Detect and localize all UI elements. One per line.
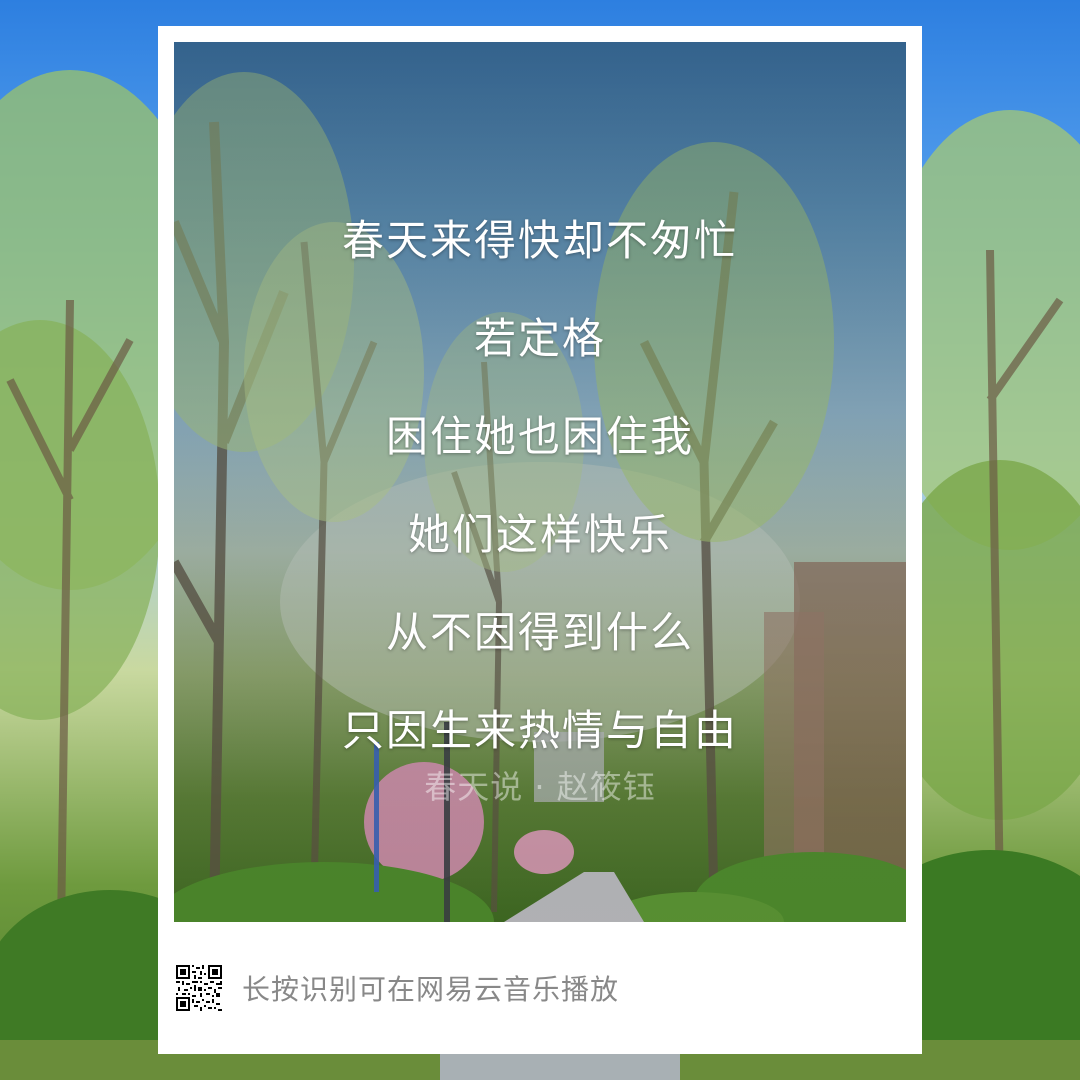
lyrics-block: 春天来得快却不匆忙 若定格 困住她也困住我 她们这样快乐 从不因得到什么 只因生… [174,192,906,780]
lyric-line: 春天来得快却不匆忙 [341,216,738,265]
lyric-line: 从不因得到什么 [385,608,694,657]
lyric-photo: 春天来得快却不匆忙 若定格 困住她也困住我 她们这样快乐 从不因得到什么 只因生… [174,42,906,922]
lyric-line: 她们这样快乐 [407,510,672,559]
song-credit: 春天说 · 赵筱钰 [424,768,656,806]
card-footer: 长按识别可在网易云音乐播放 [174,936,906,1040]
lyric-line: 困住她也困住我 [385,412,694,461]
share-card: 春天来得快却不匆忙 若定格 困住她也困住我 她们这样快乐 从不因得到什么 只因生… [158,26,922,1054]
play-hint-text: 长按识别可在网易云音乐播放 [242,973,620,1006]
lyric-line: 若定格 [473,314,606,363]
qr-code-icon[interactable] [176,965,222,1011]
